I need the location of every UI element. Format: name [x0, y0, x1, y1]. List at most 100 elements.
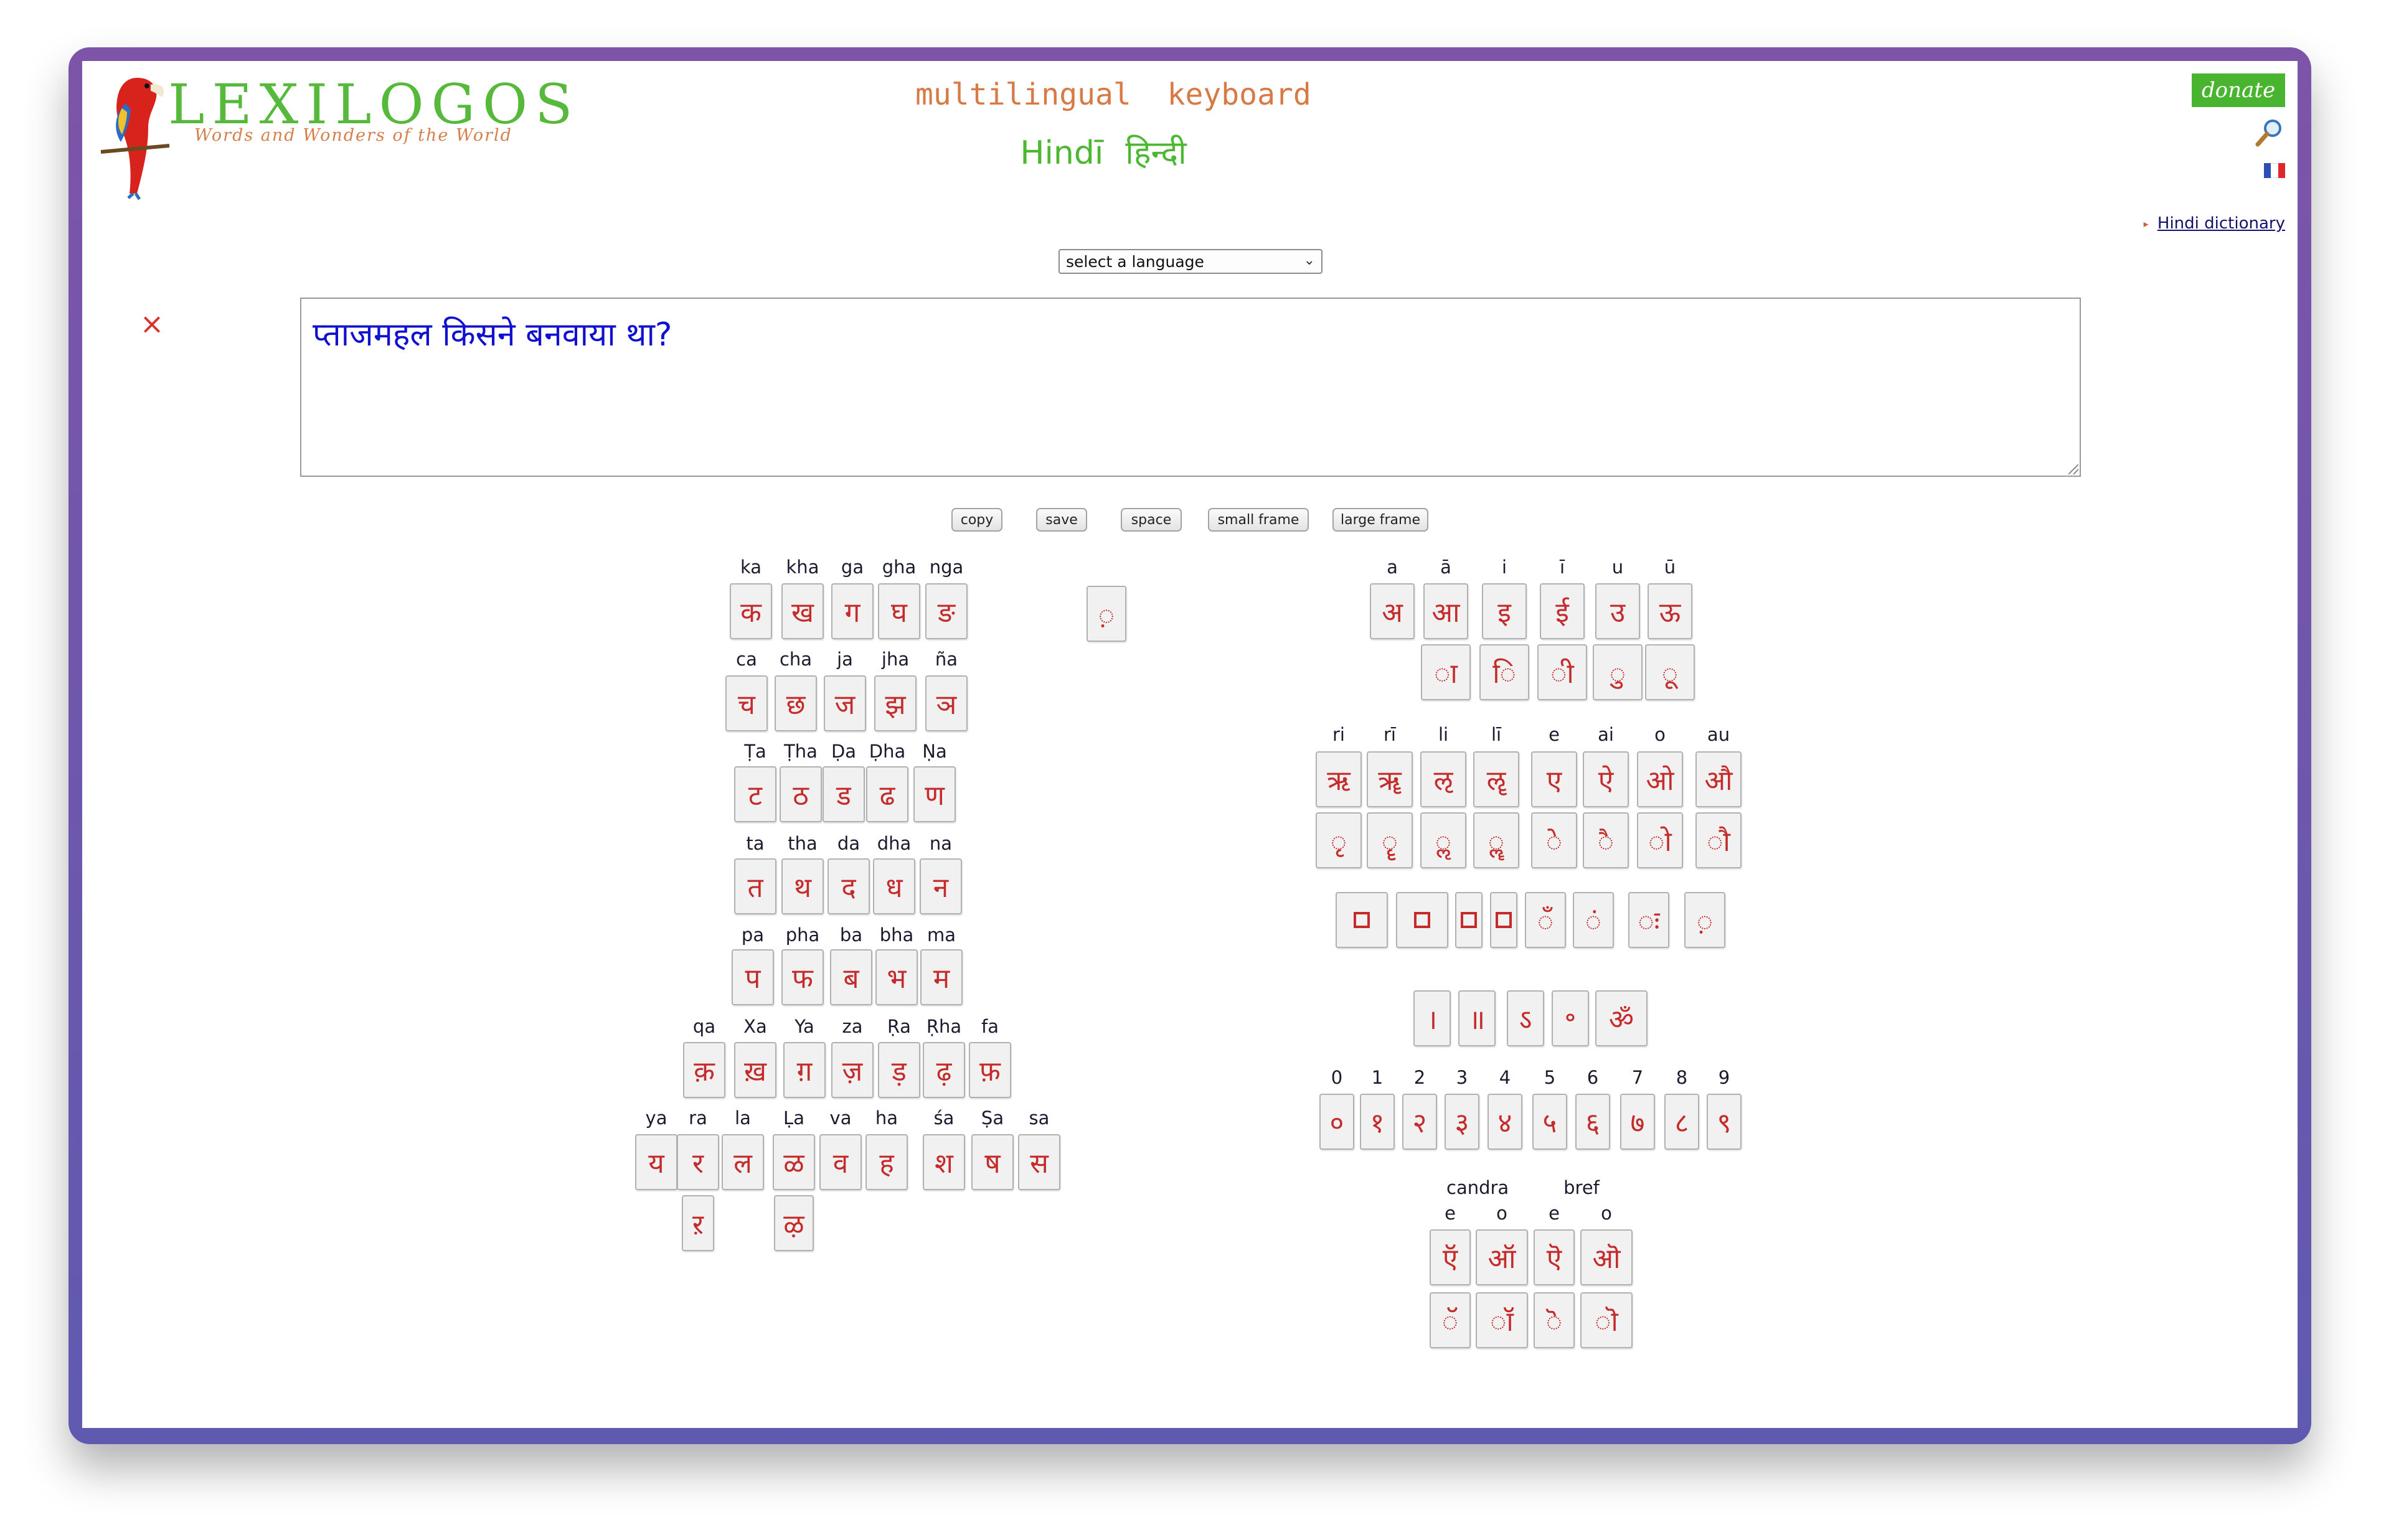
vowel-sign-key-3[interactable]: ◌ु [1593, 644, 1643, 700]
vowel-mid-sign-key-0[interactable]: ◌ृ [1316, 812, 1362, 868]
vowel-sign-key-1[interactable]: ◌ि [1479, 644, 1529, 700]
digit-key-3[interactable]: ३ [1445, 1094, 1479, 1150]
digit-key-0[interactable]: ० [1319, 1094, 1354, 1150]
digit-key-5[interactable]: ५ [1532, 1094, 1567, 1150]
consonant-key-5-4[interactable]: ड़ [878, 1042, 920, 1098]
text-input-area[interactable]: प्ताजमहल किसने बनवाया था? [300, 298, 2081, 477]
vowel-mid-key-0[interactable]: ऋ [1316, 751, 1362, 807]
extra-consonant-key-1[interactable]: ऴ [774, 1195, 814, 1251]
consonant-key-5-5[interactable]: ढ़ [923, 1042, 965, 1098]
dictionary-link-label[interactable]: Hindi dictionary [2157, 214, 2285, 233]
consonant-key-6-5[interactable]: ह [865, 1134, 908, 1190]
vowel-mid-key-2[interactable]: ऌ [1420, 751, 1466, 807]
candra-key-3[interactable]: ऒ [1580, 1229, 1633, 1285]
consonant-key-1-4[interactable]: ञ [925, 675, 968, 731]
diacritic-key-3[interactable]: ◌़ [1684, 892, 1725, 948]
vowel-mid-key-3[interactable]: ॡ [1473, 751, 1519, 807]
candra-sign-key-3[interactable]: ◌ॊ [1580, 1292, 1633, 1348]
digit-key-6[interactable]: ६ [1575, 1094, 1610, 1150]
digit-key-2[interactable]: २ [1402, 1094, 1437, 1150]
consonant-key-5-2[interactable]: ग़ [783, 1042, 826, 1098]
consonant-key-4-4[interactable]: म [920, 949, 963, 1005]
consonant-key-5-0[interactable]: क़ [683, 1042, 725, 1098]
consonant-key-6-3[interactable]: ळ [773, 1134, 815, 1190]
vowel-key-2[interactable]: इ [1482, 583, 1527, 639]
vowel-mid-key-6[interactable]: ओ [1637, 751, 1683, 807]
small-frame-button[interactable]: small frame [1208, 508, 1309, 532]
nukta-key[interactable]: ◌़ [1087, 586, 1126, 642]
consonant-key-6-4[interactable]: व [819, 1134, 862, 1190]
vowel-mid-sign-key-5[interactable]: ◌ै [1583, 812, 1629, 868]
digit-key-7[interactable]: ७ [1620, 1094, 1655, 1150]
digit-key-4[interactable]: ४ [1488, 1094, 1522, 1150]
candra-key-1[interactable]: ऑ [1476, 1229, 1528, 1285]
clear-text-button[interactable]: × [137, 309, 167, 339]
consonant-key-1-1[interactable]: छ [775, 675, 817, 731]
digit-key-1[interactable]: १ [1360, 1094, 1395, 1150]
candra-sign-key-1[interactable]: ◌ॉ [1476, 1292, 1528, 1348]
consonant-key-1-0[interactable]: च [725, 675, 768, 731]
candra-key-0[interactable]: ऍ [1430, 1229, 1471, 1285]
vowel-mid-sign-key-4[interactable]: ◌े [1531, 812, 1577, 868]
consonant-key-0-3[interactable]: घ [878, 583, 920, 639]
placeholder-square-key-2[interactable] [1455, 892, 1483, 948]
vowel-key-1[interactable]: आ [1423, 583, 1468, 639]
logo[interactable]: LEXILOGOS Words and Wonders of the World [88, 66, 572, 203]
consonant-key-6-1[interactable]: र [677, 1134, 719, 1190]
vowel-key-0[interactable]: अ [1370, 583, 1415, 639]
consonant-key-0-4[interactable]: ङ [925, 583, 968, 639]
consonant-key-0-1[interactable]: ख [781, 583, 824, 639]
consonant-key-5-1[interactable]: ख़ [734, 1042, 776, 1098]
hindi-dictionary-link[interactable]: ▸ Hindi dictionary [2137, 214, 2285, 233]
punctuation-key-0[interactable]: । [1413, 990, 1451, 1046]
consonant-key-2-2[interactable]: ड [823, 766, 865, 822]
punctuation-key-2[interactable]: ऽ [1507, 990, 1544, 1046]
donate-button[interactable]: donate [2192, 73, 2285, 107]
language-select[interactable]: select a language ⌄ [1058, 249, 1323, 274]
candra-key-2[interactable]: ऎ [1534, 1229, 1575, 1285]
consonant-key-2-4[interactable]: ण [913, 766, 956, 822]
consonant-key-3-0[interactable]: त [734, 858, 776, 914]
large-frame-button[interactable]: large frame [1332, 508, 1428, 532]
vowel-mid-sign-key-1[interactable]: ◌ॄ [1367, 812, 1413, 868]
consonant-key-4-3[interactable]: भ [875, 949, 918, 1005]
digit-key-8[interactable]: ८ [1664, 1094, 1699, 1150]
consonant-key-6-6[interactable]: श [923, 1134, 965, 1190]
consonant-key-2-1[interactable]: ठ [780, 766, 822, 822]
punctuation-key-1[interactable]: ॥ [1458, 990, 1496, 1046]
consonant-key-6-8[interactable]: स [1018, 1134, 1060, 1190]
consonant-key-2-0[interactable]: ट [734, 766, 776, 822]
consonant-key-5-6[interactable]: फ़ [969, 1042, 1011, 1098]
diacritic-key-0[interactable]: ◌ँ [1525, 892, 1566, 948]
vowel-key-5[interactable]: ऊ [1648, 583, 1692, 639]
diacritic-key-2[interactable]: ◌ः [1628, 892, 1669, 948]
consonant-key-3-2[interactable]: द [827, 858, 870, 914]
vowel-key-4[interactable]: उ [1595, 583, 1640, 639]
resize-handle-icon[interactable] [2068, 464, 2078, 474]
candra-sign-key-0[interactable]: ◌ॅ [1430, 1292, 1471, 1348]
consonant-key-6-0[interactable]: य [635, 1134, 677, 1190]
consonant-key-0-0[interactable]: क [730, 583, 772, 639]
digit-key-9[interactable]: ९ [1707, 1094, 1742, 1150]
consonant-key-1-2[interactable]: ज [824, 675, 866, 731]
consonant-key-6-7[interactable]: ष [971, 1134, 1014, 1190]
french-flag-icon[interactable] [2264, 163, 2285, 178]
vowel-mid-sign-key-6[interactable]: ◌ो [1637, 812, 1683, 868]
placeholder-square-key-3[interactable] [1490, 892, 1517, 948]
placeholder-square-key-1[interactable] [1396, 892, 1448, 948]
consonant-key-6-2[interactable]: ल [722, 1134, 764, 1190]
consonant-key-3-1[interactable]: थ [781, 858, 824, 914]
vowel-sign-key-2[interactable]: ◌ी [1537, 644, 1587, 700]
space-button[interactable]: space [1121, 508, 1182, 532]
consonant-key-2-3[interactable]: ढ [866, 766, 908, 822]
punctuation-key-4[interactable]: ॐ [1595, 990, 1648, 1046]
punctuation-key-3[interactable]: ॰ [1552, 990, 1589, 1046]
consonant-key-3-3[interactable]: ध [873, 858, 915, 914]
vowel-mid-sign-key-3[interactable]: ◌ॣ [1473, 812, 1519, 868]
consonant-key-5-3[interactable]: ज़ [831, 1042, 874, 1098]
consonant-key-4-0[interactable]: प [732, 949, 774, 1005]
diacritic-key-1[interactable]: ◌ं [1573, 892, 1614, 948]
candra-sign-key-2[interactable]: ◌ॆ [1534, 1292, 1575, 1348]
consonant-key-1-3[interactable]: झ [874, 675, 917, 731]
search-icon[interactable] [2254, 117, 2285, 148]
